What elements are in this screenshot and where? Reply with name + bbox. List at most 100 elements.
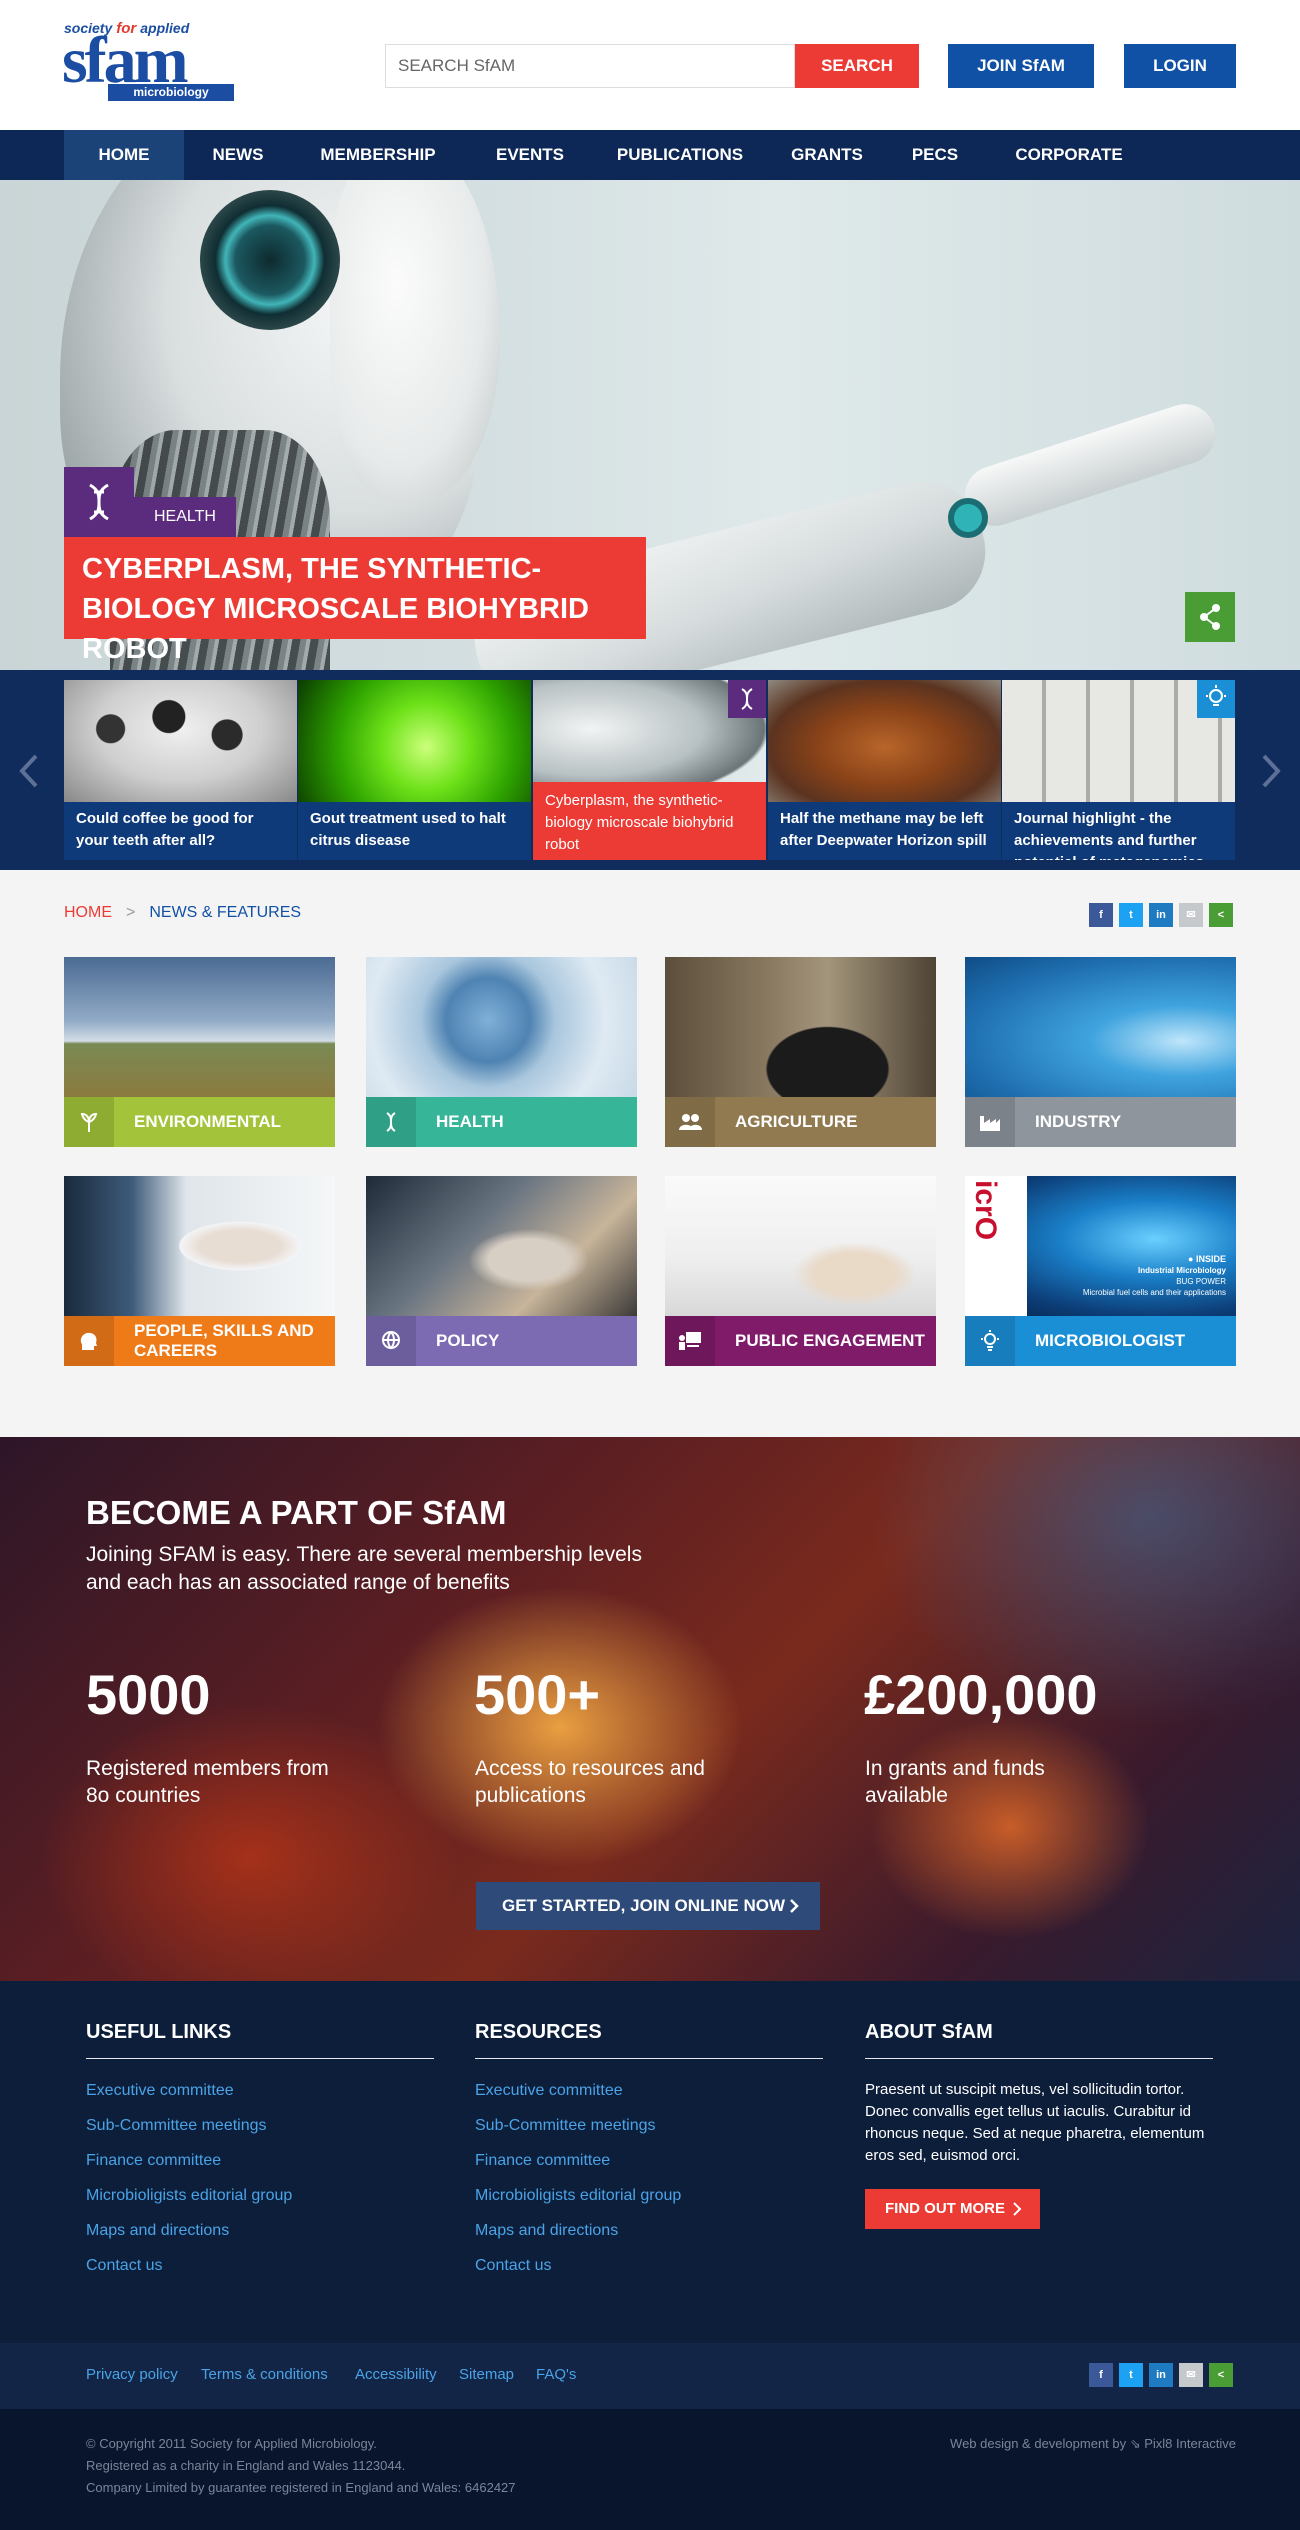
- nav-grants[interactable]: GRANTS: [780, 130, 874, 180]
- nav-pecs[interactable]: PECS: [904, 130, 966, 180]
- dna-icon: [728, 680, 766, 718]
- category-tile-people-skills-careers[interactable]: PEOPLE, SKILLS AND CAREERS: [64, 1176, 335, 1366]
- carousel-item-text: Half the methane may be left after Deepw…: [768, 802, 1001, 860]
- carousel-item[interactable]: Journal highlight - the achievements and…: [1002, 680, 1235, 860]
- carousel-item-active[interactable]: Cyberplasm, the synthetic-biology micros…: [533, 680, 766, 860]
- join-button[interactable]: JOIN SfAM: [948, 44, 1094, 88]
- nav-publications[interactable]: PUBLICATIONS: [610, 130, 750, 180]
- copyright-text: © Copyright 2011 Society for Applied Mic…: [86, 2436, 377, 2451]
- share-icon[interactable]: [1185, 592, 1235, 642]
- carousel-item[interactable]: Could coffee be good for your teeth afte…: [64, 680, 297, 860]
- stat-number: 500+: [474, 1663, 601, 1726]
- footer-link[interactable]: Executive committee: [475, 2081, 823, 2101]
- footer-link[interactable]: Executive committee: [86, 2081, 434, 2101]
- terms-link[interactable]: Terms & conditions: [201, 2365, 328, 2385]
- carousel-item-text: Journal highlight - the achievements and…: [1002, 802, 1235, 860]
- stat-text: In grants and funds available: [865, 1757, 1045, 1807]
- tile-label: AGRICULTURE: [735, 1112, 858, 1131]
- sfam-logo[interactable]: society for applied sfam microbiology: [62, 20, 236, 102]
- nav-home[interactable]: HOME: [64, 130, 184, 180]
- faq-link[interactable]: FAQ's: [536, 2365, 576, 2385]
- magazine-cover-text: ● INSIDE Industrial Microbiology BUG POW…: [1083, 1254, 1226, 1298]
- footer-column-title: USEFUL LINKS: [86, 2020, 434, 2059]
- twitter-icon[interactable]: t: [1119, 2363, 1143, 2387]
- presentation-icon: [665, 1316, 715, 1366]
- tile-bar: POLICY: [366, 1316, 637, 1366]
- carousel-item[interactable]: Gout treatment used to halt citrus disea…: [298, 680, 531, 860]
- share-icon[interactable]: <: [1209, 903, 1233, 927]
- hero-robot-gear: [200, 190, 340, 330]
- leaf-icon: [64, 1097, 114, 1147]
- nav-corporate[interactable]: CORPORATE: [996, 130, 1142, 180]
- footer-resources: RESOURCES Executive committee Sub-Commit…: [475, 2020, 823, 2276]
- footer-link[interactable]: Finance committee: [475, 2151, 823, 2171]
- hero-title[interactable]: CYBERPLASM, THE SYNTHETIC-BIOLOGY MICROS…: [64, 537, 646, 665]
- category-tile-agriculture[interactable]: AGRICULTURE: [665, 957, 936, 1147]
- tile-image: [965, 957, 1236, 1097]
- category-tile-industry[interactable]: INDUSTRY: [965, 957, 1236, 1147]
- join-online-button[interactable]: GET STARTED, JOIN ONLINE NOW: [476, 1882, 820, 1930]
- email-icon[interactable]: ✉: [1179, 2363, 1203, 2387]
- facebook-icon[interactable]: f: [1089, 903, 1113, 927]
- tile-image: [64, 1176, 335, 1316]
- nav-events[interactable]: EVENTS: [480, 130, 580, 180]
- email-icon[interactable]: ✉: [1179, 903, 1203, 927]
- promo-subtitle: Joining SFAM is easy. There are several …: [86, 1543, 642, 1594]
- tile-bar: PUBLIC ENGAGEMENT: [665, 1316, 936, 1366]
- tile-image: [366, 1176, 637, 1316]
- footer-link[interactable]: Sub-Committee meetings: [475, 2116, 823, 2136]
- carousel-item[interactable]: Half the methane may be left after Deepw…: [768, 680, 1001, 860]
- about-text: Praesent ut suscipit metus, vel sollicit…: [865, 2081, 1205, 2164]
- sitemap-link[interactable]: Sitemap: [459, 2365, 514, 2385]
- tile-image: [665, 1176, 936, 1316]
- footer-link[interactable]: Microbioligists editorial group: [86, 2186, 434, 2206]
- dna-icon: [64, 467, 134, 537]
- stat-text: Registered members from 8o countries: [86, 1757, 329, 1807]
- tile-image: icrO ● INSIDE Industrial Microbiology BU…: [965, 1176, 1236, 1316]
- footer-link[interactable]: Microbioligists editorial group: [475, 2186, 823, 2206]
- people-icon: [665, 1097, 715, 1147]
- footer-link[interactable]: Finance committee: [86, 2151, 434, 2171]
- search-field[interactable]: [385, 44, 795, 88]
- carousel-prev-icon[interactable]: [14, 746, 44, 796]
- search-input[interactable]: [386, 45, 794, 87]
- facebook-icon[interactable]: f: [1089, 2363, 1113, 2387]
- category-tile-public-engagement[interactable]: PUBLIC ENGAGEMENT: [665, 1176, 936, 1366]
- nav-membership[interactable]: MEMBERSHIP: [306, 130, 450, 180]
- magazine-cover-strip: icrO: [965, 1176, 1027, 1316]
- privacy-policy-link[interactable]: Privacy policy: [86, 2365, 178, 2385]
- logo-subtitle: microbiology: [108, 84, 234, 101]
- tile-label: PUBLIC ENGAGEMENT: [735, 1331, 925, 1350]
- tile-bar: HEALTH: [366, 1097, 637, 1147]
- dna-icon: [366, 1097, 416, 1147]
- hero-category-label[interactable]: HEALTH: [134, 497, 236, 537]
- footer-useful-links: USEFUL LINKS Executive committee Sub-Com…: [86, 2020, 434, 2276]
- breadcrumb-home[interactable]: HOME: [64, 904, 112, 921]
- find-out-more-button[interactable]: FIND OUT MORE: [865, 2189, 1040, 2229]
- footer-link[interactable]: Maps and directions: [475, 2221, 823, 2241]
- login-button[interactable]: LOGIN: [1124, 44, 1236, 88]
- tile-image: [64, 957, 335, 1097]
- stat-text: Access to resources and publications: [475, 1757, 705, 1807]
- footer-link[interactable]: Contact us: [475, 2256, 823, 2276]
- nav-news[interactable]: NEWS: [200, 130, 276, 180]
- search-button[interactable]: SEARCH: [795, 44, 919, 88]
- footer-link[interactable]: Maps and directions: [86, 2221, 434, 2241]
- carousel-next-icon[interactable]: [1256, 746, 1286, 796]
- footer-link[interactable]: Sub-Committee meetings: [86, 2116, 434, 2136]
- join-online-label: GET STARTED, JOIN ONLINE NOW: [502, 1896, 786, 1915]
- category-tile-microbiologist[interactable]: icrO ● INSIDE Industrial Microbiology BU…: [965, 1176, 1236, 1366]
- linkedin-icon[interactable]: in: [1149, 903, 1173, 927]
- footer-link[interactable]: Contact us: [86, 2256, 434, 2276]
- linkedin-icon[interactable]: in: [1149, 2363, 1173, 2387]
- category-tile-environmental[interactable]: ENVIRONMENTAL: [64, 957, 335, 1147]
- category-tile-policy[interactable]: POLICY: [366, 1176, 637, 1366]
- designer-credit-link[interactable]: Web design & development by ⇘ Pixl8 Inte…: [950, 2435, 1236, 2453]
- twitter-icon[interactable]: t: [1119, 903, 1143, 927]
- category-tile-health[interactable]: HEALTH: [366, 957, 637, 1147]
- carousel-item-text: Cyberplasm, the synthetic-biology micros…: [533, 782, 766, 860]
- share-icon[interactable]: <: [1209, 2363, 1233, 2387]
- accessibility-link[interactable]: Accessibility: [355, 2365, 437, 2385]
- tile-label: MICROBIOLOGIST: [1035, 1331, 1186, 1350]
- tile-label: ENVIRONMENTAL: [134, 1112, 282, 1131]
